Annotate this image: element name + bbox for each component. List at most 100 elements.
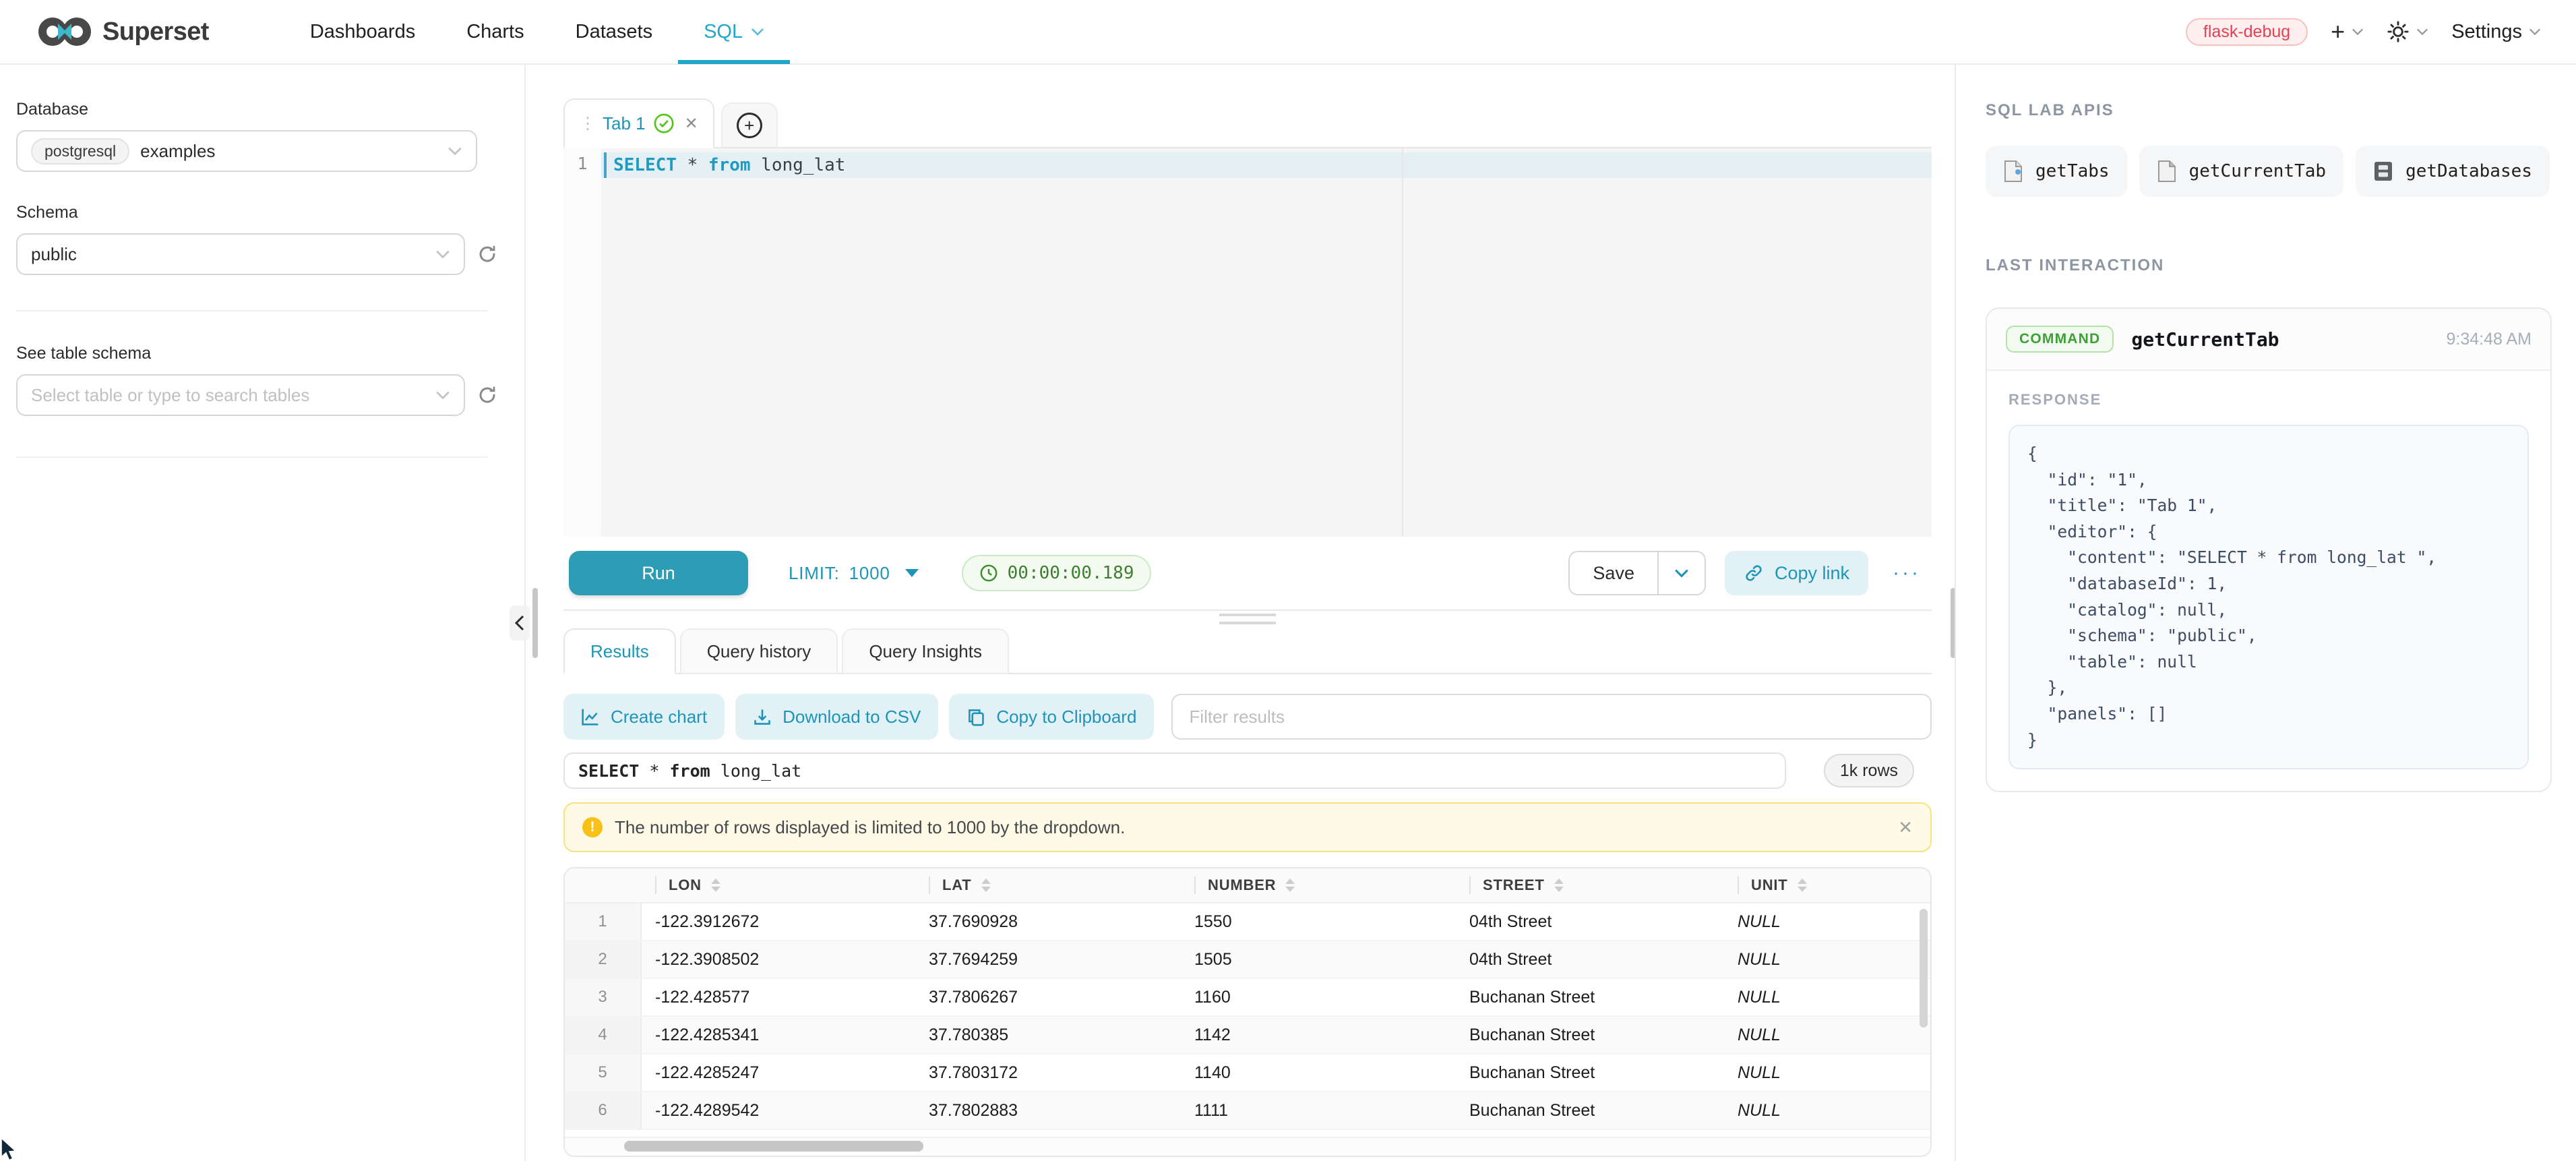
sidebar-divider xyxy=(16,310,488,311)
table-select-placeholder: Select table or type to search tables xyxy=(31,385,309,406)
create-chart-button[interactable]: Create chart xyxy=(563,694,725,740)
brand-name: Superset xyxy=(102,18,209,47)
editor-tab-1[interactable]: ⋮ Tab 1 ✕ xyxy=(563,98,714,148)
run-button[interactable]: Run xyxy=(569,551,748,595)
sidebar-drag-bar[interactable] xyxy=(532,588,538,658)
save-button[interactable]: Save xyxy=(1570,552,1659,594)
get-databases-button[interactable]: getDatabases xyxy=(2356,146,2550,197)
command-type-badge: COMMAND xyxy=(2006,326,2114,353)
chevron-down-icon xyxy=(751,28,764,36)
command-timestamp: 9:34:48 AM xyxy=(2447,330,2532,349)
row-limit-warning: ! The number of rows displayed is limite… xyxy=(563,802,1932,852)
mouse-cursor xyxy=(0,1138,19,1161)
primary-nav: Dashboards Charts Datasets SQL xyxy=(284,0,790,64)
nav-sql[interactable]: SQL xyxy=(678,0,790,64)
more-actions-button[interactable]: ··· xyxy=(1887,562,1926,585)
database-select[interactable]: postgresql examples xyxy=(16,130,477,172)
limit-label: LIMIT: xyxy=(789,563,840,584)
line-number: 1 xyxy=(563,154,601,173)
tab-query-history[interactable]: Query history xyxy=(680,628,838,674)
chevron-down-icon xyxy=(435,390,450,400)
save-options-button[interactable] xyxy=(1659,552,1705,594)
editor-toolbar: Run LIMIT: 1000 00:00:00.189 Save xyxy=(563,537,1932,611)
sql-code-editor[interactable]: 1 SELECT * from long_lat xyxy=(563,148,1932,537)
get-tabs-button[interactable]: getTabs xyxy=(1986,146,2127,197)
chevron-down-icon xyxy=(2529,28,2541,36)
warning-icon: ! xyxy=(582,817,603,837)
settings-menu[interactable]: Settings xyxy=(2451,21,2541,43)
table-select[interactable]: Select table or type to search tables xyxy=(16,374,465,416)
column-header-street[interactable]: STREET xyxy=(1456,868,1724,902)
download-csv-button[interactable]: Download to CSV xyxy=(735,694,938,740)
response-label: RESPONSE xyxy=(2008,391,2529,409)
sun-icon xyxy=(2387,20,2410,43)
nav-dashboards[interactable]: Dashboards xyxy=(284,0,441,64)
column-header-lat[interactable]: LAT xyxy=(915,868,1181,902)
chevron-down-icon xyxy=(448,146,462,156)
tab-results[interactable]: Results xyxy=(563,628,676,674)
chevron-down-icon xyxy=(435,249,450,259)
theme-toggle[interactable] xyxy=(2387,20,2428,43)
close-tab-icon[interactable]: ✕ xyxy=(685,114,698,133)
superset-logo[interactable]: Superset xyxy=(38,17,209,47)
editor-gutter: 1 xyxy=(563,148,601,537)
database-engine-badge: postgresql xyxy=(31,138,129,165)
tab-query-insights[interactable]: Query Insights xyxy=(842,628,1009,674)
copy-clipboard-button[interactable]: Copy to Clipboard xyxy=(949,694,1154,740)
results-table: LON LAT NUMBER STREET UNIT 1 -122.391267… xyxy=(563,867,1932,1157)
column-header-lon[interactable]: LON xyxy=(642,868,915,902)
drag-handle-icon[interactable]: ⋮ xyxy=(580,114,594,133)
horizontal-scrollbar[interactable] xyxy=(565,1137,1930,1156)
superset-logo-icon xyxy=(38,17,92,47)
nav-charts[interactable]: Charts xyxy=(441,0,549,64)
schema-select-value: public xyxy=(31,244,77,265)
filter-results-input[interactable] xyxy=(1171,694,1932,740)
copy-link-button[interactable]: Copy link xyxy=(1725,551,1868,595)
column-header-number[interactable]: NUMBER xyxy=(1181,868,1456,902)
get-current-tab-button[interactable]: getCurrentTab xyxy=(2139,146,2344,197)
api-panel-title: SQL LAB APIS xyxy=(1986,101,2552,120)
limit-dropdown[interactable]: LIMIT: 1000 xyxy=(789,563,919,584)
refresh-schemas-icon[interactable] xyxy=(477,244,497,264)
navbar-right: flask-debug + Settings xyxy=(2186,18,2541,46)
sort-icon[interactable] xyxy=(711,879,720,892)
caret-down-icon xyxy=(905,569,919,577)
pane-resize-handle[interactable] xyxy=(563,614,1932,624)
table-row[interactable]: 6 -122.4289542 37.7802883 1111 Buchanan … xyxy=(565,1092,1930,1130)
column-header-unit[interactable]: UNIT xyxy=(1724,868,1930,902)
sort-icon[interactable] xyxy=(1554,879,1564,892)
limit-value: 1000 xyxy=(849,563,890,584)
table-row[interactable]: 5 -122.4285247 37.7803172 1140 Buchanan … xyxy=(565,1054,1930,1092)
table-row[interactable]: 4 -122.4285341 37.780385 1142 Buchanan S… xyxy=(565,1017,1930,1054)
row-count-badge: 1k rows xyxy=(1824,754,1914,787)
sort-icon[interactable] xyxy=(981,879,991,892)
row-number-header xyxy=(565,868,642,902)
vertical-scrollbar[interactable] xyxy=(1920,909,1928,1028)
last-interaction-card: COMMAND getCurrentTab 9:34:48 AM RESPONS… xyxy=(1986,307,2552,792)
refresh-tables-icon[interactable] xyxy=(477,385,497,405)
sort-icon[interactable] xyxy=(1285,879,1295,892)
document-tabs-icon xyxy=(2003,160,2023,183)
sql-statement: SELECT * from long_lat xyxy=(613,152,845,178)
sort-icon[interactable] xyxy=(1798,879,1807,892)
check-circle-icon xyxy=(654,113,674,133)
new-item-menu[interactable]: + xyxy=(2331,20,2364,44)
document-icon xyxy=(2157,160,2177,183)
table-row[interactable]: 1 -122.3912672 37.7690928 1550 04th Stre… xyxy=(565,903,1930,941)
copy-icon xyxy=(967,707,985,726)
nav-datasets[interactable]: Datasets xyxy=(550,0,678,64)
close-icon[interactable]: ✕ xyxy=(1898,817,1913,838)
chart-icon xyxy=(581,707,600,726)
grip-icon xyxy=(1219,614,1276,624)
copy-link-label: Copy link xyxy=(1775,563,1849,584)
table-row[interactable]: 2 -122.3908502 37.7694259 1505 04th Stre… xyxy=(565,941,1930,979)
api-buttons: getTabs getCurrentTab getDatabases xyxy=(1986,146,2552,197)
schema-select[interactable]: public xyxy=(16,233,465,275)
executed-query-preview: SELECT * from long_lat xyxy=(563,752,1786,789)
add-tab-button[interactable]: + xyxy=(721,102,778,147)
scrollbar-thumb[interactable] xyxy=(624,1141,923,1152)
collapse-sidebar-button[interactable] xyxy=(510,605,530,641)
table-row[interactable]: 3 -122.428577 37.7806267 1160 Buchanan S… xyxy=(565,979,1930,1017)
environment-badge: flask-debug xyxy=(2186,18,2308,46)
query-preview-row: SELECT * from long_lat 1k rows xyxy=(563,752,1932,790)
